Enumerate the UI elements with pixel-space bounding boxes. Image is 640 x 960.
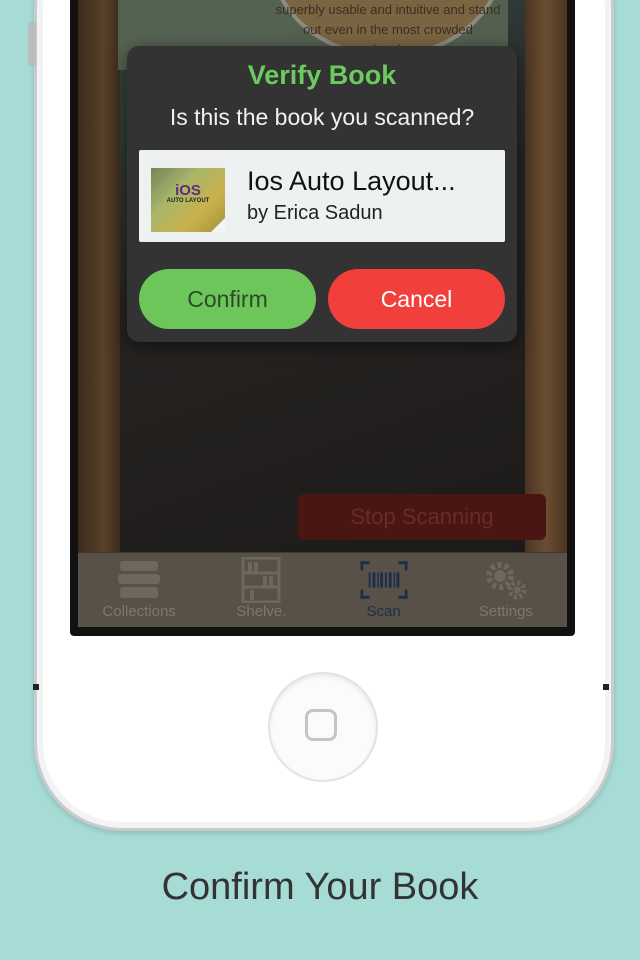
confirm-button[interactable]: Confirm — [139, 269, 316, 329]
tab-label: Shelve. — [236, 603, 287, 620]
marketing-caption: Confirm Your Book — [161, 866, 479, 908]
home-button[interactable] — [268, 672, 378, 782]
book-author: by Erica Sadun — [247, 202, 383, 224]
tab-bar: Collections Shelve. Scan Settings — [78, 552, 567, 627]
camera-wood-left — [78, 0, 120, 552]
gears-icon — [482, 559, 530, 601]
tab-label: Scan — [366, 603, 401, 620]
book-title: Ios Auto Layout... — [247, 166, 456, 196]
home-square-icon — [305, 709, 337, 741]
stop-scanning-button[interactable]: Stop Scanning — [298, 494, 546, 540]
tab-settings[interactable]: Settings — [445, 553, 567, 627]
tab-collections[interactable]: Collections — [78, 553, 200, 627]
camera-wood-right — [525, 0, 567, 552]
tab-shelve[interactable]: Shelve. — [200, 553, 322, 627]
barcode-scan-icon — [360, 559, 408, 601]
tab-scan[interactable]: Scan — [323, 553, 445, 627]
book-cover-image: iOS AUTO LAYOUT — [151, 158, 225, 232]
cover-subtitle: AUTO LAYOUT — [166, 198, 210, 204]
tab-label: Collections — [102, 603, 176, 620]
dialog-title: Verify Book — [247, 60, 397, 90]
dialog-subtitle: Is this the book you scanned? — [169, 104, 475, 130]
cover-title: iOS — [175, 182, 201, 199]
volume-button — [28, 22, 36, 66]
books-stack-icon — [115, 559, 163, 601]
book-card: iOS AUTO LAYOUT Ios Auto Layout... by Er… — [139, 150, 505, 242]
antenna-line-left — [33, 684, 39, 690]
bookshelf-icon — [237, 557, 285, 603]
cancel-button[interactable]: Cancel — [328, 269, 505, 329]
antenna-line-right — [603, 684, 609, 690]
tab-label: Settings — [478, 603, 533, 620]
